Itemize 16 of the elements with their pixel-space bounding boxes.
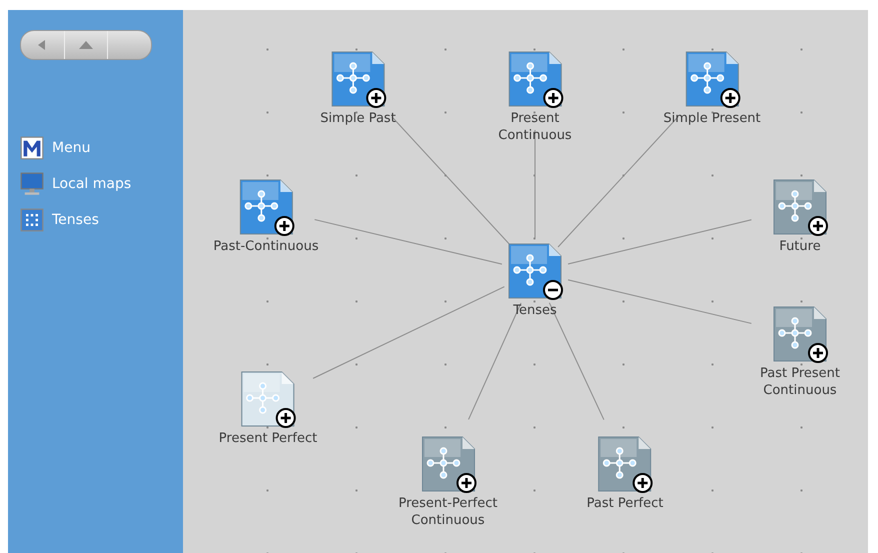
grid-icon (20, 208, 44, 232)
back-arrow-icon (38, 40, 46, 50)
node-label[interactable]: Past Perfect (586, 495, 664, 512)
node-label[interactable]: Present-Perfect Continuous (398, 495, 498, 529)
node-label[interactable]: Past-Continuous (213, 238, 319, 255)
node-label[interactable]: Simple Past (320, 110, 396, 127)
node-label[interactable]: Future (779, 238, 821, 255)
node-label[interactable]: Tenses (513, 302, 557, 319)
node-label[interactable]: Present Perfect (218, 430, 318, 447)
node-label[interactable]: Simple Present (663, 110, 761, 127)
map-file-icon[interactable] (595, 435, 655, 495)
node-label[interactable]: Present Continuous (498, 110, 572, 144)
node-label[interactable]: Past Present Continuous (760, 365, 840, 399)
monitor-icon (20, 172, 44, 196)
menu-icon (20, 136, 44, 160)
up-arrow-icon (79, 41, 93, 49)
